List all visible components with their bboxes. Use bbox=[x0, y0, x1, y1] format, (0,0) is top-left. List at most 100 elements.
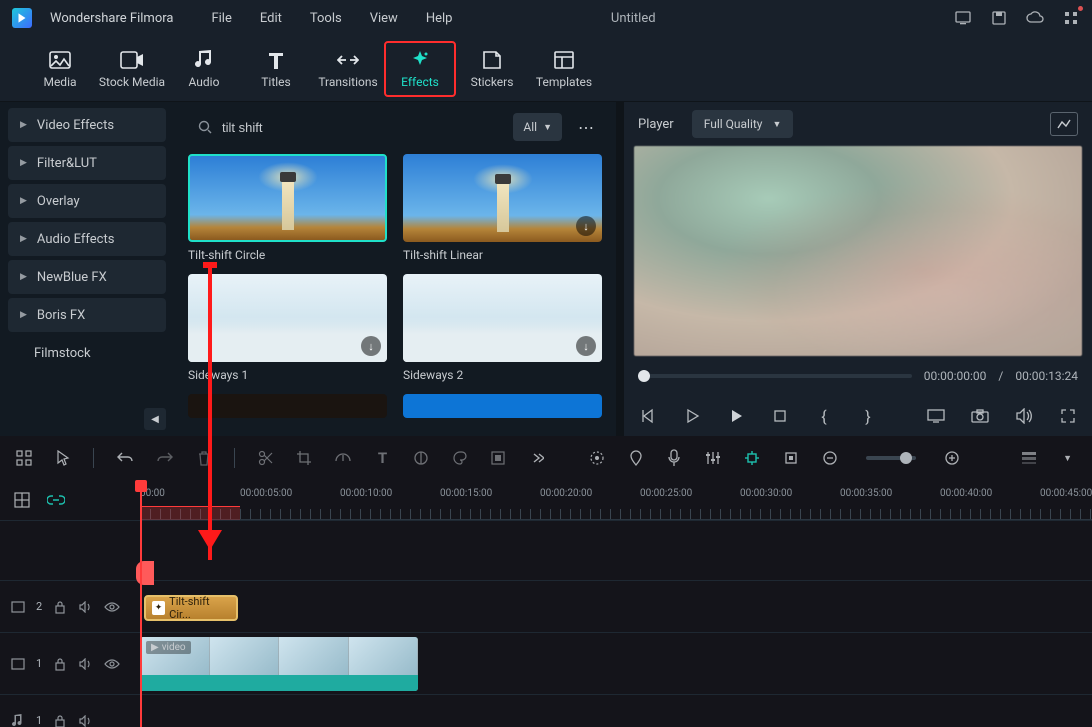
camera-button[interactable] bbox=[970, 406, 990, 426]
tab-templates[interactable]: Templates bbox=[528, 41, 600, 97]
more-tools-button[interactable] bbox=[528, 448, 545, 468]
greenscreen-button[interactable] bbox=[490, 448, 507, 468]
mark-out-button[interactable]: } bbox=[858, 406, 878, 426]
record-button[interactable] bbox=[136, 561, 154, 585]
sidebar-item-filter-lut[interactable]: ▶Filter&LUT bbox=[8, 146, 166, 180]
mute-icon[interactable] bbox=[78, 656, 94, 672]
lock-icon[interactable] bbox=[52, 599, 68, 615]
tab-transitions[interactable]: Transitions bbox=[312, 41, 384, 97]
select-tool[interactable] bbox=[55, 448, 72, 468]
text-tool[interactable]: T bbox=[374, 448, 391, 468]
crop-button[interactable] bbox=[296, 448, 313, 468]
prev-frame-button[interactable] bbox=[638, 406, 658, 426]
sidebar-item-overlay[interactable]: ▶Overlay bbox=[8, 184, 166, 218]
sidebar-item-video-effects[interactable]: ▶Video Effects bbox=[8, 108, 166, 142]
keyframe-button[interactable] bbox=[783, 448, 800, 468]
tab-titles[interactable]: Titles bbox=[240, 41, 312, 97]
tab-stickers[interactable]: Stickers bbox=[456, 41, 528, 97]
play-button[interactable] bbox=[726, 406, 746, 426]
tab-stock-media[interactable]: Stock Media bbox=[96, 41, 168, 97]
search-icon bbox=[198, 120, 212, 134]
playhead-range bbox=[140, 506, 240, 520]
effect-card[interactable]: Tilt-shift Circle bbox=[188, 154, 387, 262]
stop-button[interactable] bbox=[770, 406, 790, 426]
preview-progress[interactable] bbox=[638, 374, 912, 378]
speed-button[interactable] bbox=[334, 448, 352, 468]
quality-dropdown[interactable]: Full Quality▼ bbox=[692, 110, 794, 138]
render-button[interactable] bbox=[589, 448, 606, 468]
mixer-button[interactable] bbox=[705, 448, 722, 468]
effect-clip[interactable]: ✦ Tilt-shift Cir... bbox=[144, 595, 238, 621]
redo-button[interactable] bbox=[156, 448, 174, 468]
track-size-button[interactable] bbox=[1021, 448, 1038, 468]
menu-edit[interactable]: Edit bbox=[260, 11, 282, 26]
search-input-wrapper[interactable] bbox=[188, 112, 503, 142]
mark-in-button[interactable]: { bbox=[814, 406, 834, 426]
effect-label: Sideways 1 bbox=[188, 368, 387, 382]
volume-button[interactable] bbox=[1014, 406, 1034, 426]
zoom-in-button[interactable] bbox=[944, 448, 961, 468]
eye-icon[interactable] bbox=[104, 656, 120, 672]
display-button[interactable] bbox=[926, 406, 946, 426]
save-icon[interactable] bbox=[990, 9, 1008, 27]
effect-thumbnail[interactable] bbox=[188, 154, 387, 242]
eye-icon[interactable] bbox=[104, 599, 120, 615]
zoom-slider[interactable] bbox=[866, 456, 916, 460]
palette-button[interactable] bbox=[451, 448, 468, 468]
effect-card[interactable] bbox=[188, 394, 387, 418]
sidebar-item-audio-effects[interactable]: ▶Audio Effects bbox=[8, 222, 166, 256]
marker-button[interactable] bbox=[628, 448, 645, 468]
tab-media[interactable]: Media bbox=[24, 41, 96, 97]
download-icon[interactable]: ↓ bbox=[361, 336, 381, 356]
chevron-down-icon[interactable]: ▼ bbox=[1059, 448, 1076, 468]
more-button[interactable]: ⋯ bbox=[572, 113, 602, 141]
effect-thumbnail[interactable] bbox=[403, 394, 602, 418]
menu-file[interactable]: File bbox=[211, 11, 231, 26]
effect-card[interactable]: ↓Sideways 2 bbox=[403, 274, 602, 382]
effect-thumbnail[interactable]: ↓ bbox=[188, 274, 387, 362]
device-icon[interactable] bbox=[954, 9, 972, 27]
search-input[interactable] bbox=[220, 119, 493, 136]
apps-icon[interactable] bbox=[1062, 9, 1080, 27]
effect-card[interactable]: ↓ Sideways 1 bbox=[188, 274, 387, 382]
preview-canvas[interactable] bbox=[634, 146, 1082, 356]
sidebar-item-newblue[interactable]: ▶NewBlue FX bbox=[8, 260, 166, 294]
mute-icon[interactable] bbox=[78, 713, 94, 727]
effect-thumbnail[interactable]: ↓ bbox=[403, 154, 602, 242]
download-icon[interactable]: ↓ bbox=[576, 216, 596, 236]
split-button[interactable] bbox=[257, 448, 274, 468]
video-clip[interactable]: ▶video bbox=[140, 637, 418, 691]
undo-button[interactable] bbox=[116, 448, 134, 468]
effect-card[interactable]: ↓Tilt-shift Linear bbox=[403, 154, 602, 262]
effect-card[interactable] bbox=[403, 394, 602, 418]
sidebar-item-boris[interactable]: ▶Boris FX bbox=[8, 298, 166, 332]
voiceover-button[interactable] bbox=[666, 448, 683, 468]
effect-thumbnail[interactable]: ↓ bbox=[403, 274, 602, 362]
mute-icon[interactable] bbox=[78, 599, 94, 615]
auto-beat-button[interactable] bbox=[743, 448, 761, 468]
filter-dropdown[interactable]: All▼ bbox=[513, 113, 562, 141]
download-icon[interactable]: ↓ bbox=[576, 336, 596, 356]
zoom-out-button[interactable] bbox=[822, 448, 839, 468]
snapshot-button[interactable] bbox=[1050, 112, 1078, 136]
cloud-icon[interactable] bbox=[1026, 9, 1044, 27]
fullscreen-button[interactable] bbox=[1058, 406, 1078, 426]
tab-effects[interactable]: Effects bbox=[384, 41, 456, 97]
layout-button[interactable] bbox=[16, 448, 33, 468]
lock-icon[interactable] bbox=[52, 713, 68, 727]
effects-browser: All▼ ⋯ Tilt-shift Circle↓Tilt-shift Line… bbox=[174, 102, 616, 436]
lock-icon[interactable] bbox=[52, 656, 68, 672]
timeline-ruler[interactable]: 00:0000:00:05:0000:00:10:0000:00:15:0000… bbox=[140, 480, 1092, 520]
preview-tab-player[interactable]: Player bbox=[638, 117, 674, 132]
link-button[interactable] bbox=[46, 490, 66, 510]
collapse-sidebar-button[interactable]: ◀ bbox=[144, 408, 166, 430]
color-button[interactable] bbox=[413, 448, 430, 468]
timeline-view-button[interactable] bbox=[12, 490, 32, 510]
play-backward-button[interactable] bbox=[682, 406, 702, 426]
project-title: Untitled bbox=[330, 11, 936, 26]
playhead[interactable] bbox=[140, 480, 142, 727]
overlay-track-icon bbox=[10, 599, 26, 615]
effect-thumbnail[interactable] bbox=[188, 394, 387, 418]
sidebar-item-filmstock[interactable]: Filmstock bbox=[8, 336, 166, 370]
tab-audio[interactable]: Audio bbox=[168, 41, 240, 97]
